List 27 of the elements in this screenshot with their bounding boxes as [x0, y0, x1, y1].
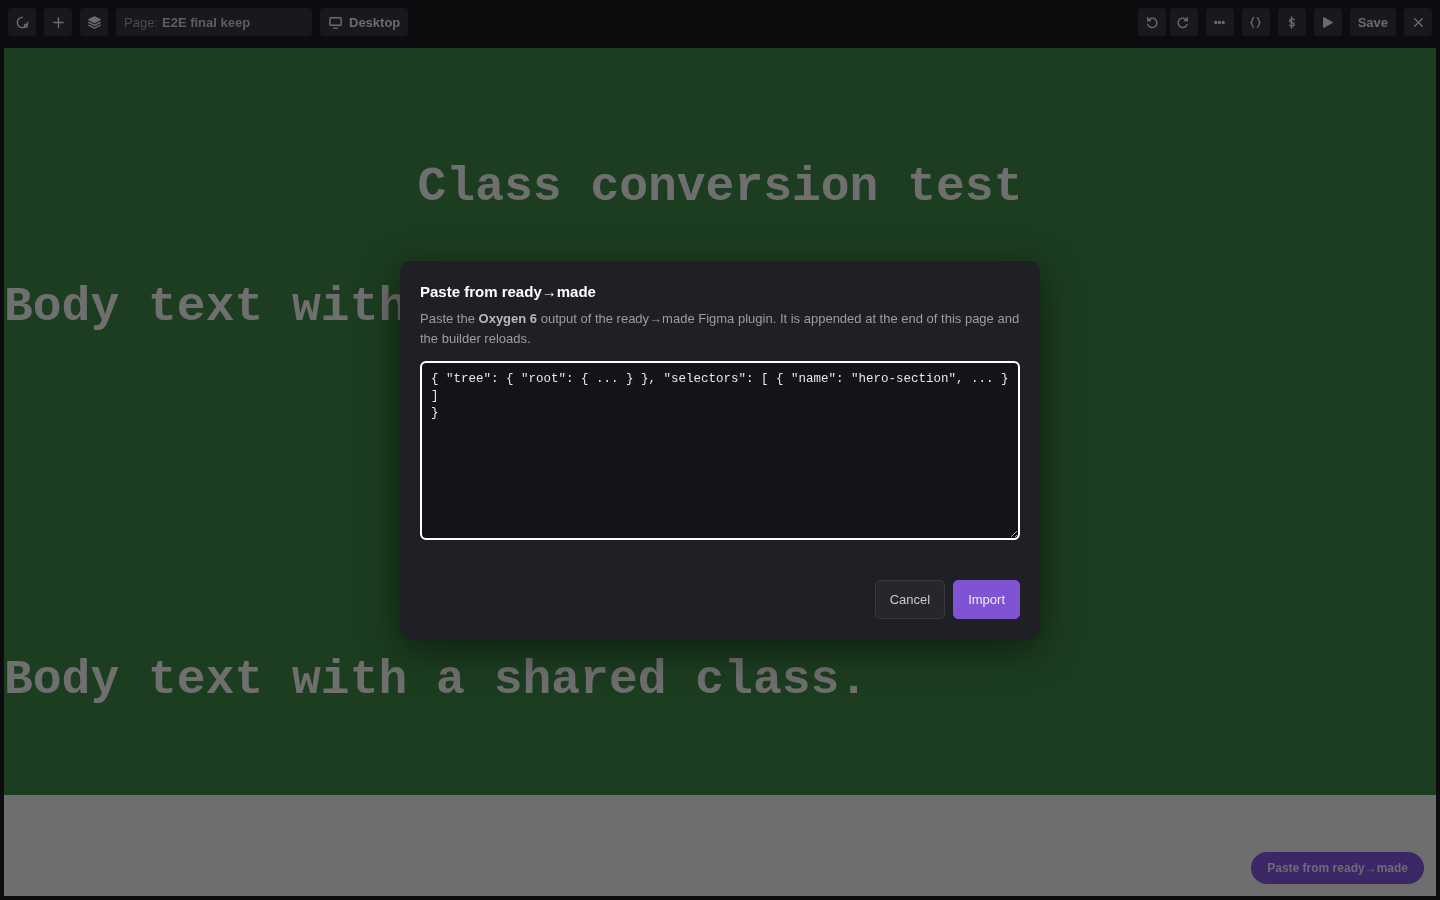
braces-icon — [1248, 14, 1264, 30]
paste-button[interactable]: Paste from ready→made — [1251, 852, 1424, 884]
circle-icon — [14, 14, 30, 30]
json-input[interactable]: { "tree": { "root": { ... } }, "selectors": [ { "name": "hero-section", ... } ] } — [420, 361, 1020, 540]
close-button[interactable] — [1404, 8, 1432, 36]
code-button[interactable] — [1241, 8, 1270, 36]
layers-button[interactable] — [80, 8, 108, 36]
save-button[interactable]: Save — [1349, 8, 1396, 36]
plus-icon — [50, 14, 66, 30]
dialog-description: Paste the Oxygen 6 output of the ready→made Figma plugin. It is appended at the end of this page and the builder reloads. — [420, 310, 1020, 348]
play-button[interactable] — [1313, 8, 1342, 36]
desktop-button[interactable]: Desktop — [320, 8, 409, 36]
play-icon — [1320, 14, 1336, 30]
dialog-title: Paste from ready→made — [420, 283, 597, 301]
import-button[interactable]: Import — [953, 580, 1020, 619]
undo-icon — [1144, 14, 1160, 30]
redo-button[interactable] — [1169, 8, 1198, 36]
add-button[interactable] — [44, 8, 72, 36]
dollar-button[interactable] — [1277, 8, 1306, 36]
logo-button[interactable] — [8, 8, 36, 36]
heading: Class conversion test — [416, 159, 1024, 216]
cancel-button[interactable]: Cancel — [874, 580, 946, 619]
more-button[interactable] — [1205, 8, 1234, 36]
undo-button[interactable] — [1137, 8, 1166, 36]
layers-icon — [86, 14, 102, 30]
body-text: Body text with a shared class. — [4, 652, 869, 709]
monitor-icon — [328, 14, 343, 30]
